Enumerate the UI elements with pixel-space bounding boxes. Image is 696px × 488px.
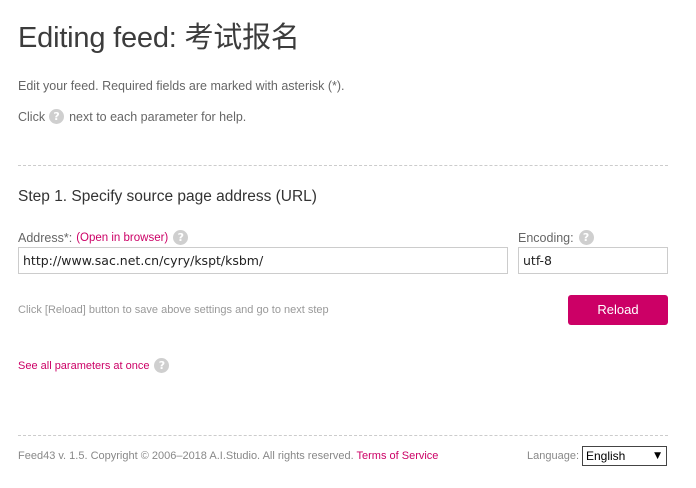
reload-button[interactable]: Reload [568, 295, 668, 325]
language-selector-row: Language: English ▼ [527, 446, 667, 466]
see-all-row: See all parameters at once ? [18, 358, 170, 373]
language-label: Language: [527, 450, 579, 462]
encoding-label: Encoding: [518, 230, 574, 245]
footer-copyright-row: Feed43 v. 1.5. Copyright © 2006–2018 A.I… [18, 450, 438, 462]
copyright-text: Feed43 v. 1.5. Copyright © 2006–2018 A.I… [18, 450, 354, 462]
address-label-row: Address*: (Open in browser) ? [18, 230, 189, 245]
help-icon[interactable]: ? [173, 230, 189, 245]
help-icon[interactable]: ? [578, 230, 594, 245]
encoding-label-row: Encoding: ? [518, 230, 594, 245]
encoding-input[interactable]: utf-8 [518, 247, 668, 274]
page-container: Editing feed: 考试报名 Edit your feed. Requi… [18, 0, 668, 488]
reload-hint: Click [Reload] button to save above sett… [18, 304, 329, 316]
section-divider [18, 165, 668, 166]
intro-text: Edit your feed. Required fields are mark… [18, 79, 345, 93]
terms-of-service-link[interactable]: Terms of Service [357, 450, 439, 462]
step-heading: Step 1. Specify source page address (URL… [18, 188, 317, 205]
language-select[interactable]: English ▼ [582, 446, 667, 466]
chevron-down-icon: ▼ [654, 451, 661, 461]
language-value: English [586, 449, 626, 463]
page-title: Editing feed: 考试报名 [18, 22, 300, 54]
help-icon[interactable]: ? [154, 358, 170, 373]
see-all-parameters-link[interactable]: See all parameters at once [18, 360, 149, 372]
address-input[interactable]: http://www.sac.net.cn/cyry/kspt/ksbm/ [18, 247, 508, 274]
intro-click-text: Click [18, 109, 46, 124]
help-icon: ? [49, 109, 65, 124]
open-in-browser-link[interactable]: (Open in browser) [76, 232, 168, 244]
intro-help-line: Click ? next to each parameter for help. [18, 109, 246, 124]
address-label: Address*: [18, 230, 73, 245]
footer-divider [18, 435, 668, 436]
intro-after-text: next to each parameter for help. [69, 109, 247, 124]
